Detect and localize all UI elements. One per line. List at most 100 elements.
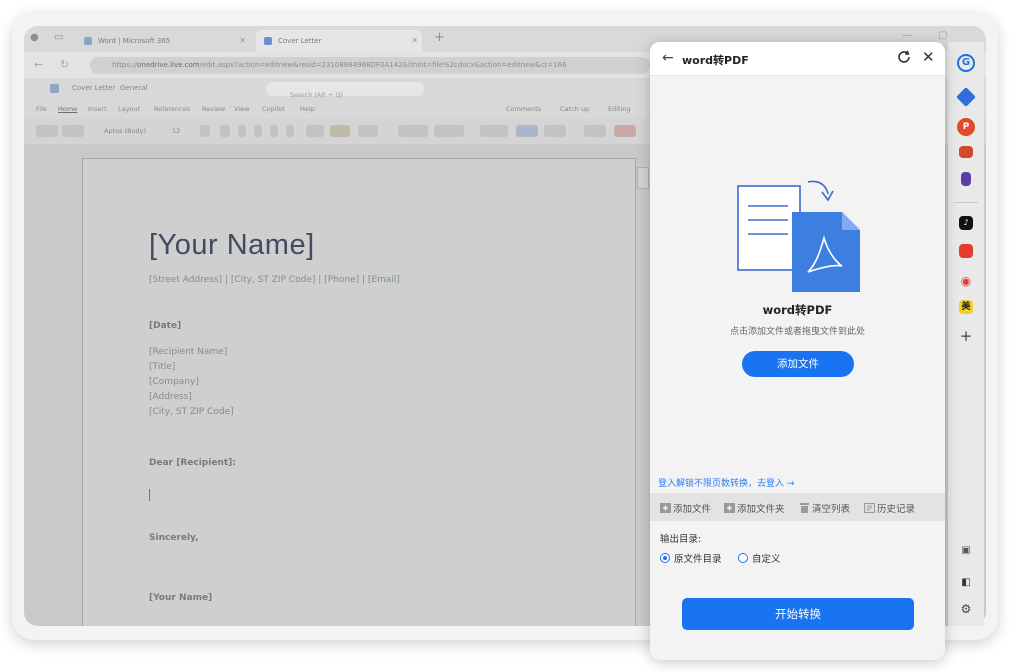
clipboard-icon[interactable] [62,125,84,137]
minimize-icon[interactable]: — [902,30,912,41]
ribbon-tab-layout[interactable]: Layout [118,105,140,113]
ribbon-tab-help[interactable]: Help [300,105,315,113]
grow-font-icon[interactable] [200,125,210,137]
bold-icon[interactable] [238,125,246,137]
url-field[interactable]: https://onedrive.live.com/edit.aspx?acti… [90,57,650,74]
word-tab-icon [84,37,92,45]
word-to-pdf-illustration [737,180,860,292]
url-host: onedrive.live.com [137,61,200,69]
maximize-icon[interactable]: ▢ [938,30,947,41]
close-icon[interactable]: ✕ [922,48,935,66]
ribbon-tab-file[interactable]: File [36,105,47,113]
find-icon[interactable] [480,125,508,137]
add-file-icon [660,503,671,513]
back-arrow-icon[interactable]: ← [662,50,674,66]
login-link[interactable]: 登入解锁不限页数转换，去登入 → [658,476,794,489]
search-box[interactable]: Search (Alt + Q) [266,82,424,99]
tab-word[interactable]: Word | Microsoft 365 ✕ [84,30,250,52]
shrink-font-icon[interactable] [220,125,230,137]
add-extension-icon[interactable]: + [957,327,975,345]
panel-title: word转PDF [682,54,749,67]
undo-icon[interactable] [36,125,58,137]
ribbon-tab-view[interactable]: View [234,105,249,113]
underline-icon[interactable] [270,125,278,137]
add-file-button[interactable]: 添加文件 [742,351,854,377]
settings-gear-icon[interactable]: ⚙ [957,600,975,618]
ribbon-tab-copilot[interactable]: Copilot [262,105,285,113]
word-doc-tab-icon [264,37,272,45]
pdf-converter-icon[interactable]: P [957,118,975,136]
comments-button[interactable]: Comments [506,105,541,113]
ribbon-tab-home[interactable]: Home [58,105,77,113]
editing-mode-button[interactable]: Editing [608,105,631,113]
tool-label: 添加文件夹 [737,504,785,515]
designer-icon[interactable] [614,125,636,137]
ribbon-tab-review[interactable]: Review [202,105,225,113]
url-path: /edit.aspx?action=editnew&resid=23108884… [199,61,567,69]
editor-icon[interactable] [584,125,606,137]
recipient-line: [Address] [149,392,192,402]
strikethrough-icon[interactable] [286,125,294,137]
document-address-line: [Street Address] | [City, ST ZIP Code] |… [149,275,400,285]
history-icon [864,503,875,513]
radio-custom-dir[interactable]: 自定义 [738,551,781,565]
tag-extension-icon[interactable] [956,87,976,107]
add-file-tool-button[interactable]: 添加文件 [660,501,711,515]
recipient-line: [Title] [149,362,176,372]
ribbon-tab-insert[interactable]: Insert [88,105,107,113]
meituan-icon[interactable]: 美 [959,300,973,314]
clear-list-tool-button[interactable]: 清空列表 [799,501,850,515]
workspaces-icon[interactable]: ▭ [54,32,63,43]
panel-header: ← word转PDF ✕ [650,42,945,76]
document-title[interactable]: Cover Letter [72,84,115,92]
radio-label: 原文件目录 [674,554,722,565]
close-tab-icon[interactable]: ✕ [411,30,418,52]
tiktok-icon[interactable]: ♪ [959,216,973,230]
document-closing: Sincerely, [149,533,199,543]
dictate-icon[interactable] [516,125,538,137]
font-size-select[interactable]: 12 [172,125,192,137]
sensitivity-label[interactable]: General [120,84,148,92]
tab-cover-letter[interactable]: Cover Letter ✕ [256,30,422,52]
history-tool-button[interactable]: 历史记录 [864,501,915,515]
ruler-marker [637,167,649,189]
alignment-icon[interactable] [434,125,464,137]
ribbon-tab-references[interactable]: References [154,105,190,113]
radio-selected-icon [660,553,670,563]
font-name-select[interactable]: Aptos (Body) [104,125,164,137]
tab-label: Cover Letter [278,37,322,45]
document-date: [Date] [149,321,182,331]
clear-format-icon[interactable] [306,125,324,137]
toolbox-icon[interactable] [959,146,973,158]
split-view-icon[interactable]: ◧ [957,574,975,592]
text-cursor [149,489,150,501]
styles-icon[interactable] [544,125,566,137]
document-heading-name: [Your Name] [149,229,315,261]
back-arrow-icon[interactable]: ← [34,58,43,71]
word-logo-icon [50,84,59,93]
profile-icon[interactable]: ● [30,32,39,43]
catch-up-button[interactable]: Catch up [560,105,589,113]
radio-source-dir[interactable]: 原文件目录 [660,551,722,565]
document-page[interactable]: [Your Name] [Street Address] | [City, ST… [82,158,649,626]
font-color-icon[interactable] [358,125,378,137]
reload-icon[interactable]: ↻ [60,58,69,71]
tool-label: 添加文件 [673,504,712,515]
new-tab-icon[interactable]: + [434,30,445,45]
highlight-icon[interactable] [330,125,350,137]
start-convert-button[interactable]: 开始转换 [682,598,914,630]
document-greeting: Dear [Recipient]: [149,458,236,468]
app-red-icon[interactable] [959,244,973,258]
refresh-icon[interactable] [896,49,912,65]
bullets-icon[interactable] [398,125,428,137]
file-toolbar: 添加文件 添加文件夹 清空列表 历史记录 [650,493,945,521]
screen-cast-icon[interactable]: ▣ [957,542,975,560]
italic-icon[interactable] [254,125,262,137]
add-folder-tool-button[interactable]: 添加文件夹 [724,501,785,515]
converter-panel: ← word转PDF ✕ word转PDF 点击添加文件或者拖曳文件到此处 添加… [650,42,945,660]
copilot-icon[interactable]: G [957,54,975,72]
weibo-icon[interactable]: ◉ [957,272,975,290]
close-tab-icon[interactable]: ✕ [239,30,246,52]
sidebar-divider [954,202,978,203]
chess-icon[interactable] [961,172,971,186]
